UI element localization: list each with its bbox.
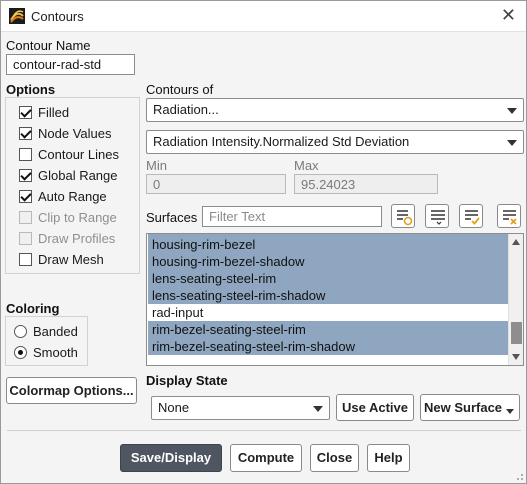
max-label: Max xyxy=(294,158,319,173)
draw-profiles-label: Draw Profiles xyxy=(38,230,116,246)
auto-range-label: Auto Range xyxy=(38,188,107,204)
options-group: Filled Node Values Contour Lines Global … xyxy=(5,97,140,274)
draw-mesh-checkbox[interactable]: Draw Mesh xyxy=(19,250,104,268)
chevron-down-icon xyxy=(313,406,323,412)
contour-lines-label: Contour Lines xyxy=(38,146,119,162)
contours-of-label: Contours of xyxy=(146,82,214,97)
title-bar: Contours ✕ xyxy=(1,1,526,32)
resize-grip-icon[interactable] xyxy=(514,471,524,481)
draw-profiles-checkbox: Draw Profiles xyxy=(19,229,115,247)
min-label: Min xyxy=(146,158,167,173)
clip-to-range-checkbox: Clip to Range xyxy=(19,208,117,226)
contour-name-label: Contour Name xyxy=(6,38,91,53)
chevron-down-icon xyxy=(506,409,514,414)
auto-range-checkbox[interactable]: Auto Range xyxy=(19,187,107,205)
deselect-all-icon-button[interactable] xyxy=(497,204,521,228)
global-range-check[interactable] xyxy=(19,168,32,182)
filled-label: Filled xyxy=(38,104,70,120)
contours-category-value: Radiation... xyxy=(153,102,219,117)
contours-quantity-value: Radiation Intensity.Normalized Std Devia… xyxy=(153,134,410,149)
node-values-checkbox[interactable]: Node Values xyxy=(19,124,111,142)
chevron-down-icon xyxy=(507,108,517,114)
banded-radio[interactable]: Banded xyxy=(14,322,78,340)
select-all-icon-button[interactable] xyxy=(425,204,449,228)
max-field: 95.24023 xyxy=(294,174,438,194)
draw-profiles-check xyxy=(19,231,32,245)
smooth-radio[interactable]: Smooth xyxy=(14,343,78,361)
close-button[interactable]: Close xyxy=(310,444,359,472)
banded-label: Banded xyxy=(33,323,78,339)
node-values-check[interactable] xyxy=(19,126,32,140)
list-item[interactable]: rad-input xyxy=(148,304,508,321)
deselect-all-icon xyxy=(503,210,517,225)
new-surface-button[interactable]: New Surface xyxy=(420,394,520,421)
colormap-options-button[interactable]: Colormap Options... xyxy=(6,377,137,404)
options-heading: Options xyxy=(6,82,56,97)
global-range-label: Global Range xyxy=(38,167,118,183)
contours-dialog: Contours ✕ Contour Name contour-rad-std … xyxy=(0,0,527,484)
contours-quantity-select[interactable]: Radiation Intensity.Normalized Std Devia… xyxy=(146,130,524,154)
compute-button[interactable]: Compute xyxy=(230,444,302,472)
smooth-radio-dot[interactable] xyxy=(14,345,27,359)
smooth-label: Smooth xyxy=(33,344,78,360)
select-all-icon xyxy=(431,210,445,225)
new-surface-label: New Surface xyxy=(424,400,503,415)
new-surface-icon-button[interactable] xyxy=(391,204,415,228)
surfaces-label: Surfaces xyxy=(146,210,198,225)
list-item[interactable]: rim-bezel-seating-steel-rim xyxy=(148,321,508,338)
footer-divider xyxy=(7,430,521,431)
clip-to-range-label: Clip to Range xyxy=(38,209,117,225)
new-surface-icon xyxy=(397,210,413,226)
list-item[interactable]: lens-seating-steel-rim-shadow xyxy=(148,287,508,304)
window-title: Contours xyxy=(31,9,84,24)
select-checked-icon-button[interactable] xyxy=(459,204,483,228)
scroll-thumb[interactable] xyxy=(511,322,522,344)
contour-lines-checkbox[interactable]: Contour Lines xyxy=(19,145,119,163)
filled-check[interactable] xyxy=(19,105,32,119)
contours-category-select[interactable]: Radiation... xyxy=(146,98,524,122)
contour-lines-check[interactable] xyxy=(19,147,32,161)
fluent-contours-icon xyxy=(9,8,25,24)
list-item[interactable]: housing-rim-bezel-shadow xyxy=(148,253,508,270)
display-state-label: Display State xyxy=(146,373,228,388)
clip-to-range-check xyxy=(19,210,32,224)
min-field: 0 xyxy=(146,174,286,194)
node-values-label: Node Values xyxy=(38,125,112,141)
scroll-down-icon[interactable] xyxy=(512,354,520,360)
save-display-button[interactable]: Save/Display xyxy=(120,444,222,472)
coloring-group: Banded Smooth xyxy=(5,316,88,366)
draw-mesh-label: Draw Mesh xyxy=(38,251,104,267)
surfaces-filter-input[interactable]: Filter Text xyxy=(202,206,382,227)
surfaces-list[interactable]: housing-rim-bezel housing-rim-bezel-shad… xyxy=(146,233,524,366)
banded-radio-dot[interactable] xyxy=(14,324,27,338)
contour-name-input[interactable]: contour-rad-std xyxy=(6,54,135,75)
filled-checkbox[interactable]: Filled xyxy=(19,103,69,121)
display-state-value: None xyxy=(158,400,190,415)
display-state-select[interactable]: None xyxy=(151,396,330,420)
close-icon[interactable]: ✕ xyxy=(501,5,516,25)
surfaces-scrollbar[interactable] xyxy=(508,234,523,365)
chevron-down-icon xyxy=(507,140,517,146)
select-checked-icon xyxy=(465,210,480,225)
scroll-up-icon[interactable] xyxy=(512,239,520,245)
help-button[interactable]: Help xyxy=(367,444,410,472)
global-range-checkbox[interactable]: Global Range xyxy=(19,166,118,184)
coloring-heading: Coloring xyxy=(6,301,60,316)
list-item[interactable]: rim-bezel-seating-steel-rim-shadow xyxy=(148,338,508,355)
list-item[interactable]: lens-seating-steel-rim xyxy=(148,270,508,287)
use-active-button[interactable]: Use Active xyxy=(336,394,414,421)
auto-range-check[interactable] xyxy=(19,189,32,203)
draw-mesh-check[interactable] xyxy=(19,252,32,266)
list-item[interactable]: housing-rim-bezel xyxy=(148,236,508,253)
